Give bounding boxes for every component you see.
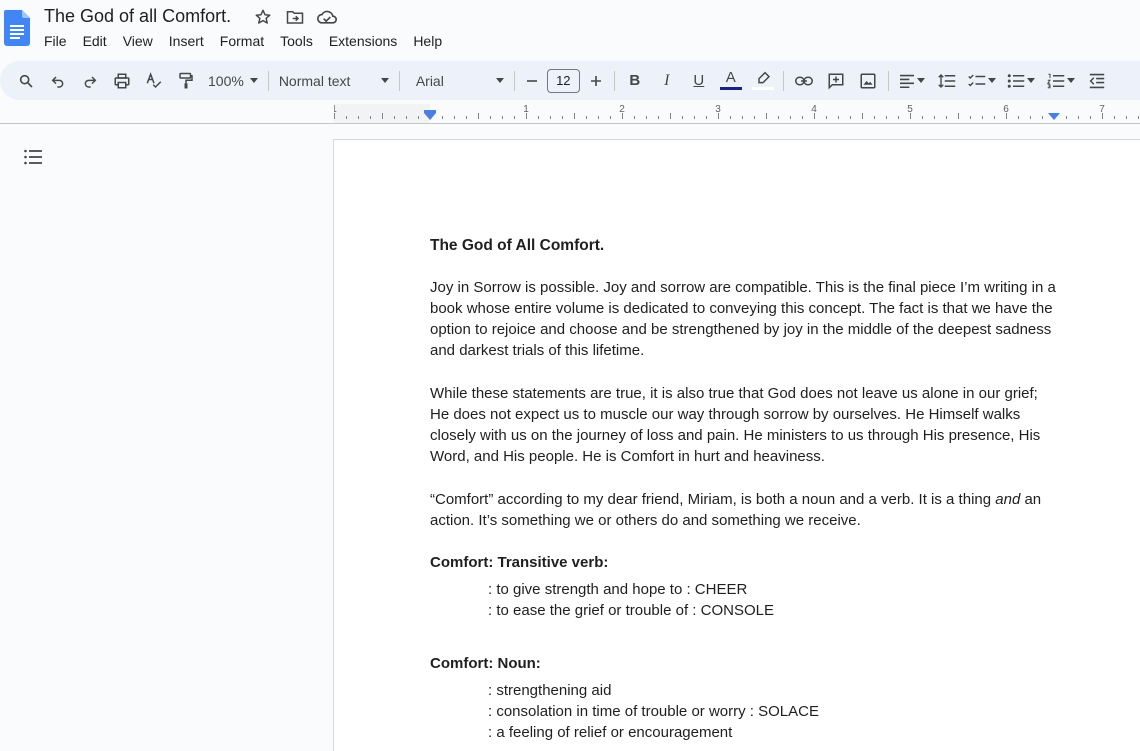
ruler-label: 1	[334, 104, 337, 115]
text-color-swatch	[719, 87, 742, 90]
redo-icon[interactable]	[74, 67, 106, 95]
chevron-down-icon	[380, 78, 389, 83]
print-icon[interactable]	[106, 67, 138, 95]
paragraph-1: Joy in Sorrow is possible. Joy and sorro…	[430, 279, 1056, 359]
bold-button[interactable]: B	[619, 67, 651, 95]
highlighter-icon	[758, 71, 770, 84]
horizontal-ruler[interactable]: 1 1 2 3 4 5 6 7	[334, 104, 1140, 123]
verb-definitions: : to give strength and hope to : CHEER :…	[488, 579, 1070, 621]
right-indent-marker	[1048, 113, 1060, 120]
paragraph-3-italic: and	[995, 491, 1021, 508]
menu-edit[interactable]: Edit	[75, 32, 115, 53]
verb-heading: Comfort: Transitive verb:	[430, 554, 609, 571]
chevron-down-icon	[916, 78, 925, 83]
noun-heading: Comfort: Noun:	[430, 655, 541, 672]
menu-extensions[interactable]: Extensions	[321, 32, 405, 53]
insert-image-icon[interactable]	[852, 67, 884, 95]
toolbar-divider	[887, 70, 889, 91]
underline-button[interactable]: U	[683, 67, 715, 95]
checklist-dropdown[interactable]	[963, 67, 1001, 95]
menu-file[interactable]: File	[36, 32, 75, 53]
ruler-label: 7	[1099, 104, 1105, 115]
toolbar-divider	[398, 70, 400, 91]
highlight-color-swatch	[751, 87, 774, 90]
toolbar: 100% Normal text Arial 12 B I U A	[0, 61, 1140, 100]
paragraph-2: While these statements are true, it is a…	[430, 385, 1041, 465]
add-comment-icon[interactable]	[820, 67, 852, 95]
ruler-label: 2	[619, 104, 625, 115]
menu-bar: File Edit View Insert Format Tools Exten…	[36, 32, 450, 53]
italic-button[interactable]: I	[651, 67, 683, 95]
menu-tools[interactable]: Tools	[272, 32, 321, 53]
bulleted-list-dropdown[interactable]	[1001, 67, 1041, 95]
docs-logo-icon[interactable]	[4, 10, 30, 46]
numbered-list-icon	[1046, 73, 1065, 88]
definition-line: : a feeling of relief or encouragement	[488, 724, 733, 741]
toolbar-divider	[782, 70, 784, 91]
chevron-down-icon	[249, 78, 258, 83]
ruler-divider	[0, 123, 1140, 124]
line-spacing-icon[interactable]	[931, 67, 963, 95]
paragraph-style-dropdown[interactable]: Normal text	[273, 67, 395, 95]
spellcheck-icon[interactable]	[138, 67, 170, 95]
ruler-label: 1	[523, 104, 529, 115]
menu-insert[interactable]: Insert	[161, 32, 212, 53]
search-menus-icon[interactable]	[10, 67, 42, 95]
ruler-label: 5	[907, 104, 913, 115]
font-family-dropdown[interactable]: Arial	[410, 67, 510, 95]
paint-format-icon[interactable]	[170, 67, 202, 95]
definition-line: : consolation in time of trouble or worr…	[488, 703, 819, 720]
document-heading: The God of All Comfort.	[430, 237, 605, 254]
decrease-indent-icon[interactable]	[1081, 67, 1113, 95]
text-color-letter: A	[725, 69, 736, 86]
title-actions	[251, 7, 339, 27]
paragraph-style-value: Normal text	[278, 72, 351, 89]
zoom-value: 100%	[208, 72, 244, 89]
chevron-down-icon	[495, 78, 504, 83]
menu-view[interactable]: View	[115, 32, 161, 53]
toolbar-divider	[267, 70, 269, 91]
toolbar-divider	[513, 70, 515, 91]
document-title[interactable]: The God of all Comfort.	[44, 6, 231, 27]
noun-definitions: : strengthening aid : consolation in tim…	[488, 680, 1070, 743]
text-color-button[interactable]: A	[715, 67, 747, 95]
align-dropdown[interactable]	[893, 67, 931, 95]
chevron-down-icon	[1066, 78, 1075, 83]
definition-line: : strengthening aid	[488, 682, 612, 699]
ruler-label: 6	[1003, 104, 1009, 115]
chevron-down-icon	[987, 78, 996, 83]
move-folder-icon[interactable]	[283, 7, 307, 27]
highlight-color-button[interactable]	[747, 67, 779, 95]
star-icon[interactable]	[251, 7, 275, 27]
toolbar-divider	[613, 70, 615, 91]
paragraph-3: “Comfort” according to my dear friend, M…	[430, 489, 1060, 531]
insert-link-icon[interactable]	[788, 67, 820, 95]
google-docs-window: The God of all Comfort. File Edit View I…	[0, 0, 1140, 751]
bulleted-list-icon	[1007, 73, 1025, 88]
cloud-saved-icon[interactable]	[315, 7, 339, 27]
undo-icon[interactable]	[42, 67, 74, 95]
numbered-list-dropdown[interactable]	[1041, 67, 1081, 95]
definition-line: : to give strength and hope to : CHEER	[488, 581, 748, 598]
checklist-icon	[968, 74, 986, 86]
font-family-value: Arial	[415, 72, 444, 89]
document-outline-icon[interactable]	[23, 147, 43, 167]
ruler-label: 3	[715, 104, 721, 115]
document-body[interactable]: The God of All Comfort. Joy in Sorrow is…	[430, 235, 1070, 743]
font-size-input[interactable]: 12	[546, 68, 580, 93]
align-left-icon	[899, 74, 914, 88]
zoom-dropdown[interactable]: 100%	[202, 67, 264, 95]
menu-help[interactable]: Help	[405, 32, 450, 53]
ruler-label: 4	[811, 104, 817, 115]
decrease-font-size-icon[interactable]	[519, 67, 545, 95]
chevron-down-icon	[1026, 78, 1035, 83]
menu-format[interactable]: Format	[212, 32, 272, 53]
first-line-indent-marker	[424, 110, 436, 113]
paragraph-3-start: “Comfort” according to my dear friend, M…	[430, 491, 996, 508]
definition-line: : to ease the grief or trouble of : CONS…	[488, 602, 774, 619]
increase-font-size-icon[interactable]	[582, 67, 610, 95]
